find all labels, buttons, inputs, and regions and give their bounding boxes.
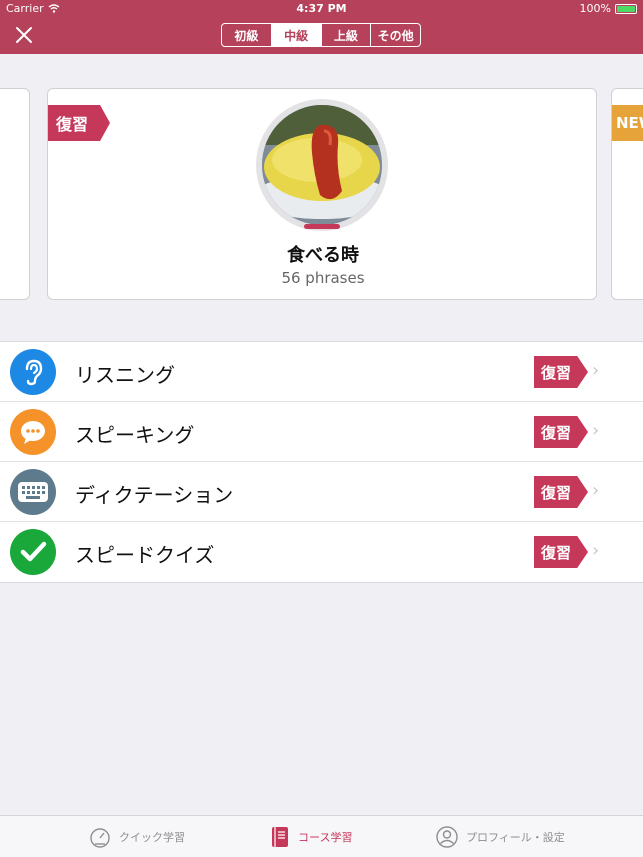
new-badge: NEW: [612, 105, 643, 141]
top-bar: Carrier 4:37 PM 100% 初級 中級 上級 その他: [0, 0, 643, 54]
chevron-right-icon: ›: [592, 420, 600, 441]
tab-label: クイック学習: [119, 831, 185, 844]
activity-list: リスニング 復習 › スピーキング 復習 › ディクテーション 復習 › スピー…: [0, 341, 643, 583]
checkmark-icon: [10, 529, 56, 575]
level-tab-other[interactable]: その他: [371, 24, 420, 46]
keyboard-icon: [10, 469, 56, 515]
level-tab-beginner[interactable]: 初級: [222, 24, 272, 46]
course-card-previous[interactable]: [0, 88, 30, 300]
battery-icon: [615, 3, 637, 14]
tab-bar: クイック学習 コース学習 プロフィール・設定: [0, 815, 643, 857]
activity-row-listening[interactable]: リスニング 復習 ›: [0, 342, 643, 402]
chevron-right-icon: ›: [592, 540, 600, 561]
tab-quick-study[interactable]: クイック学習: [89, 826, 185, 848]
battery-percent: 100%: [579, 2, 611, 15]
level-selector: 初級 中級 上級 その他: [221, 23, 421, 47]
battery-status: 100%: [580, 2, 637, 15]
activity-row-speaking[interactable]: スピーキング 復習 ›: [0, 402, 643, 462]
course-photo-frame: [256, 99, 388, 231]
book-icon: [272, 827, 288, 847]
phrase-count: 56 phrases: [281, 269, 365, 287]
activity-label: リスニング: [75, 363, 175, 387]
ear-icon: [10, 349, 56, 395]
chevron-right-icon: ›: [592, 360, 600, 381]
review-badge: 復習: [48, 105, 110, 141]
level-tab-intermediate[interactable]: 中級: [271, 24, 322, 46]
close-button[interactable]: [13, 24, 35, 46]
tab-label: コース学習: [298, 831, 353, 844]
speedometer-icon: [90, 828, 110, 848]
tab-label: プロフィール・設定: [466, 831, 565, 844]
course-progress-indicator: [304, 224, 340, 229]
close-icon: [16, 27, 32, 43]
review-badge: 復習: [534, 536, 588, 568]
activity-label: スピードクイズ: [75, 543, 215, 567]
review-badge: 復習: [534, 476, 588, 508]
status-bar: Carrier 4:37 PM 100%: [0, 0, 643, 18]
speech-bubble-icon: [10, 409, 56, 455]
course-card-next[interactable]: NEW: [611, 88, 643, 300]
activity-row-speed-quiz[interactable]: スピードクイズ 復習 ›: [0, 522, 643, 582]
chevron-right-icon: ›: [592, 480, 600, 501]
clock: 4:37 PM: [296, 2, 347, 15]
review-badge: 復習: [534, 416, 588, 448]
activity-label: ディクテーション: [75, 483, 234, 507]
profile-icon: [436, 826, 458, 848]
activity-label: スピーキング: [75, 423, 195, 447]
omurice-image: [262, 105, 382, 225]
course-card-current[interactable]: 復習 食べる時 56 phrases: [47, 88, 597, 300]
course-title: 食べる時: [287, 245, 359, 266]
tab-course-study[interactable]: コース学習: [270, 826, 352, 848]
level-tab-advanced[interactable]: 上級: [322, 24, 372, 46]
review-badge: 復習: [534, 356, 588, 388]
tab-profile-settings[interactable]: プロフィール・設定: [436, 826, 565, 848]
activity-row-dictation[interactable]: ディクテーション 復習 ›: [0, 462, 643, 522]
